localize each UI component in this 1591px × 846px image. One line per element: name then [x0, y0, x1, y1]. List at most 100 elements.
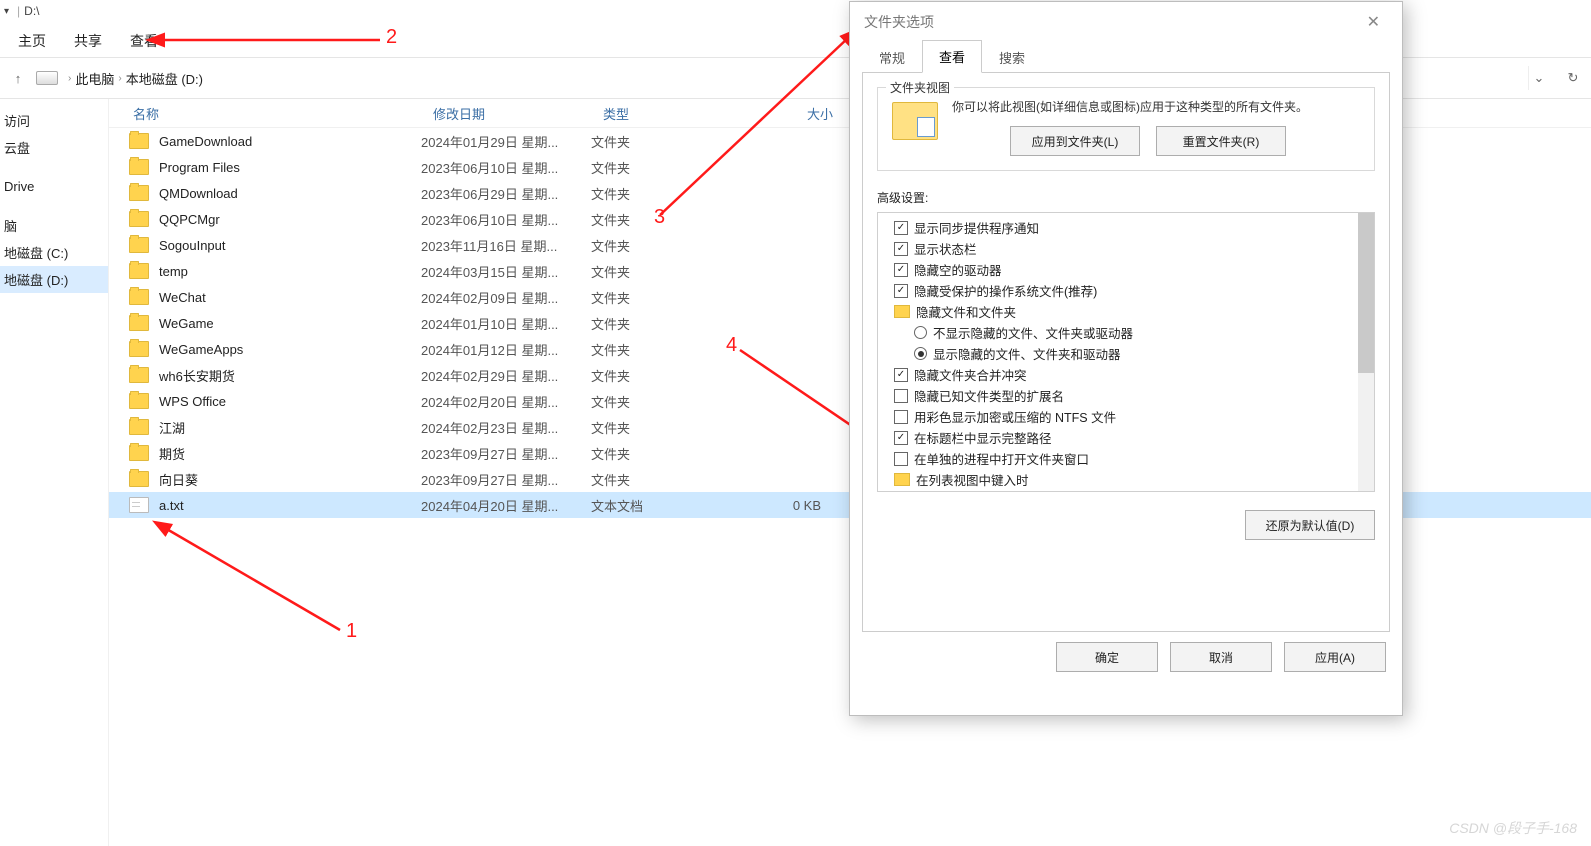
cell-type: 文件夹 [591, 158, 731, 177]
cell-name: 期货 [159, 444, 421, 463]
ribbon-tab-share[interactable]: 共享 [60, 25, 116, 57]
folder-icon [129, 159, 149, 175]
tree-item[interactable]: 显示隐藏的文件、文件夹和驱动器 [880, 343, 1372, 364]
cell-name: WeGameApps [159, 342, 421, 357]
checkbox-icon [894, 368, 908, 382]
cell-type: 文件夹 [591, 236, 731, 255]
crumb-pc[interactable]: 此电脑 [75, 69, 114, 88]
sidebar-item[interactable]: 脑 [0, 212, 108, 239]
tree-item[interactable]: 显示同步提供程序通知 [880, 217, 1372, 238]
cell-size: 0 KB [731, 498, 837, 513]
cell-type: 文件夹 [591, 314, 731, 333]
tree-item[interactable]: 隐藏文件和文件夹 [880, 301, 1372, 322]
tree-item[interactable]: 在列表视图中键入时 [880, 469, 1372, 490]
dialog-footer: 确定 取消 应用(A) [850, 632, 1402, 682]
ribbon-tab-view[interactable]: 查看 [116, 25, 172, 57]
cell-type: 文本文档 [591, 496, 731, 515]
tree-item[interactable]: 不显示隐藏的文件、文件夹或驱动器 [880, 322, 1372, 343]
restore-defaults-button[interactable]: 还原为默认值(D) [1245, 510, 1375, 540]
tree-item[interactable]: 在单独的进程中打开文件夹窗口 [880, 448, 1372, 469]
dialog-close-button[interactable]: ✕ [1359, 8, 1388, 36]
tree-item[interactable]: 用彩色显示加密或压缩的 NTFS 文件 [880, 406, 1372, 427]
sidebar-item[interactable]: 访问 [0, 107, 108, 134]
file-icon [129, 497, 149, 513]
watermark: CSDN @段子手-168 [1449, 818, 1577, 838]
col-size[interactable]: 大小 [743, 104, 849, 123]
tree-item[interactable]: 显示状态栏 [880, 238, 1372, 259]
cell-type: 文件夹 [591, 470, 731, 489]
chevron-right-icon: › [118, 73, 121, 84]
col-date[interactable]: 修改日期 [433, 104, 603, 123]
folder-icon [129, 263, 149, 279]
tree-item-label: 显示状态栏 [914, 239, 977, 258]
tree-item[interactable]: 隐藏受保护的操作系统文件(推荐) [880, 280, 1372, 301]
sidebar-item[interactable]: 地磁盘 (C:) [0, 239, 108, 266]
address-dropdown-icon[interactable]: ⌄ [1528, 66, 1549, 90]
apply-button[interactable]: 应用(A) [1284, 642, 1386, 672]
cell-name: QMDownload [159, 186, 421, 201]
dialog-tab-general[interactable]: 常规 [862, 41, 922, 73]
tree-scrollbar[interactable] [1358, 213, 1374, 491]
refresh-button[interactable]: ↻ [1561, 66, 1585, 90]
folder-icon [894, 305, 910, 318]
dialog-tab-view[interactable]: 查看 [922, 40, 982, 73]
annotation-2: 2 [386, 26, 397, 49]
sidebar-item[interactable]: Drive [0, 175, 108, 198]
folder-icon [129, 185, 149, 201]
crumb-drive[interactable]: 本地磁盘 (D:) [126, 69, 203, 88]
cell-name: WeChat [159, 290, 421, 305]
cell-type: 文件夹 [591, 444, 731, 463]
cell-name: wh6长安期货 [159, 366, 421, 385]
sidebar-item[interactable]: 地磁盘 (D:) [0, 266, 108, 293]
cell-name: 江湖 [159, 418, 421, 437]
sidebar-item[interactable]: 云盘 [0, 134, 108, 161]
checkbox-icon [894, 284, 908, 298]
cell-type: 文件夹 [591, 392, 731, 411]
cell-date: 2023年06月10日 星期... [421, 158, 591, 177]
dialog-title: 文件夹选项 [864, 12, 934, 32]
ok-button[interactable]: 确定 [1056, 642, 1158, 672]
radio-icon [914, 347, 927, 360]
col-type[interactable]: 类型 [603, 104, 743, 123]
cell-name: SogouInput [159, 238, 421, 253]
tree-item[interactable]: 在标题栏中显示完整路径 [880, 427, 1372, 448]
folder-icon [129, 315, 149, 331]
cell-date: 2024年02月29日 星期... [421, 366, 591, 385]
advanced-settings-tree[interactable]: 显示同步提供程序通知显示状态栏隐藏空的驱动器隐藏受保护的操作系统文件(推荐)隐藏… [877, 212, 1375, 492]
cell-type: 文件夹 [591, 184, 731, 203]
dialog-tab-search[interactable]: 搜索 [982, 41, 1042, 73]
cell-date: 2023年06月10日 星期... [421, 210, 591, 229]
reset-folders-button[interactable]: 重置文件夹(R) [1156, 126, 1286, 156]
tree-item-label: 在列表视图中键入时 [916, 470, 1029, 489]
cell-type: 文件夹 [591, 288, 731, 307]
cell-date: 2024年02月20日 星期... [421, 392, 591, 411]
checkbox-icon [894, 452, 908, 466]
window-title: D:\ [24, 4, 39, 18]
tree-item[interactable]: 隐藏已知文件类型的扩展名 [880, 385, 1372, 406]
col-name[interactable]: 名称 [109, 104, 433, 123]
cell-date: 2023年11月16日 星期... [421, 236, 591, 255]
checkbox-icon [894, 242, 908, 256]
cancel-button[interactable]: 取消 [1170, 642, 1272, 672]
tree-item-label: 显示隐藏的文件、文件夹和驱动器 [933, 344, 1121, 363]
chevron-right-icon: › [68, 73, 71, 84]
tree-item[interactable]: 隐藏文件夹合并冲突 [880, 364, 1372, 385]
radio-icon [914, 326, 927, 339]
apply-to-folders-button[interactable]: 应用到文件夹(L) [1010, 126, 1140, 156]
annotation-1: 1 [346, 620, 357, 643]
tree-item[interactable]: 隐藏空的驱动器 [880, 259, 1372, 280]
breadcrumb[interactable]: › 此电脑 › 本地磁盘 (D:) [68, 69, 203, 88]
ribbon-tab-home[interactable]: 主页 [4, 25, 60, 57]
cell-date: 2023年09月27日 星期... [421, 470, 591, 489]
cell-name: 向日葵 [159, 470, 421, 489]
cell-date: 2024年01月12日 星期... [421, 340, 591, 359]
cell-date: 2024年01月10日 星期... [421, 314, 591, 333]
folder-icon [129, 471, 149, 487]
cell-date: 2024年02月09日 星期... [421, 288, 591, 307]
folder-options-dialog: 文件夹选项 ✕ 常规 查看 搜索 文件夹视图 你可以将此视图(如详细信息或图标)… [849, 1, 1403, 716]
quick-access-chevron-icon[interactable]: ▾ [4, 6, 9, 17]
dialog-titlebar: 文件夹选项 ✕ [850, 2, 1402, 42]
cell-name: WeGame [159, 316, 421, 331]
folder-icon [129, 211, 149, 227]
nav-up-button[interactable]: ↑ [6, 66, 30, 90]
